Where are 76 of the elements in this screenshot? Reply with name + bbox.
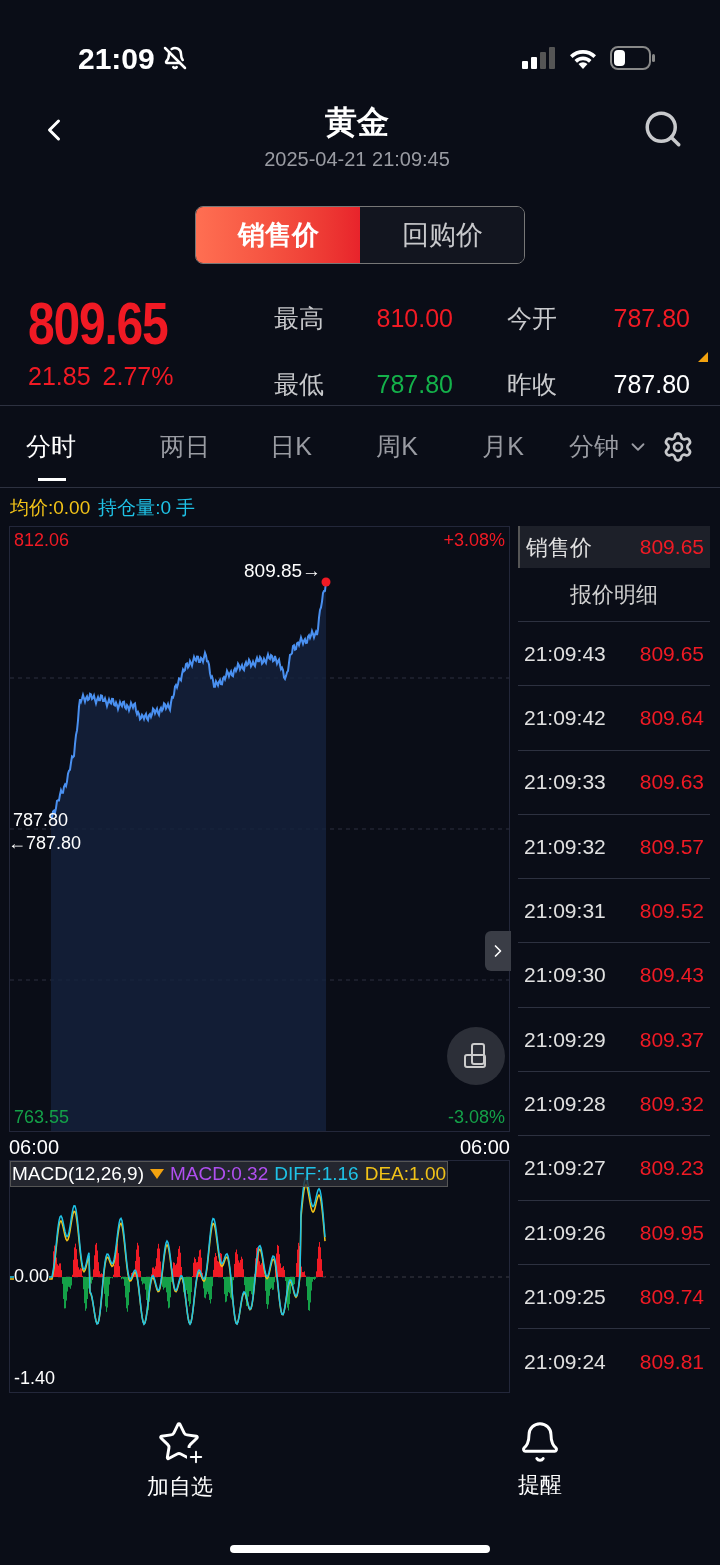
axis-label: 812.06 xyxy=(14,529,70,552)
panel-label: 销售价 xyxy=(526,533,592,562)
quote-price: 809.23 xyxy=(639,1155,704,1182)
quote-price: 809.63 xyxy=(639,769,704,796)
quote-price: 809.81 xyxy=(639,1348,704,1375)
quote-price: 809.52 xyxy=(639,898,704,925)
nav-button[interactable]: 提醒 xyxy=(480,1419,600,1503)
macd-title: MACD(12,26,9) xyxy=(12,1162,144,1186)
quote-price: 809.57 xyxy=(639,833,704,860)
time-label: 06:00 xyxy=(459,1135,510,1160)
quote-price: 809.64 xyxy=(639,705,704,732)
quote-time: 21:09:25 xyxy=(524,1283,606,1310)
last-price-label: 809.85→ xyxy=(244,559,322,583)
stat-label: 最高 xyxy=(274,303,324,334)
period-tab[interactable]: 日K xyxy=(238,406,344,487)
wifi-icon xyxy=(568,47,598,69)
quote-price: 809.32 xyxy=(639,1090,704,1117)
period-tab[interactable]: 分钟 xyxy=(556,406,662,487)
timestamp: 2025-04-21 21:09:45 xyxy=(264,147,450,172)
axis-label: 763.55 xyxy=(14,1106,70,1129)
quote-time: 21:09:26 xyxy=(524,1219,606,1246)
period-tab[interactable]: 两日 xyxy=(132,406,238,487)
period-tab[interactable]: 周K xyxy=(344,406,450,487)
quote-price: 809.43 xyxy=(639,962,704,989)
quote-time: 21:09:30 xyxy=(524,962,606,989)
axis-label: 787.80 xyxy=(13,809,69,832)
stat-value: 787.80 xyxy=(613,368,690,400)
open-interest: 持仓量:0 手 xyxy=(98,496,196,520)
stat-value: 787.80 xyxy=(613,303,690,334)
stat-value: 787.80 xyxy=(376,368,453,400)
muted-bell-icon xyxy=(162,46,187,70)
quote-time: 21:09:32 xyxy=(524,833,606,860)
diff-value: DIFF:1.16 xyxy=(274,1162,359,1186)
status-time: 21:09 xyxy=(78,40,155,77)
quote-time: 21:09:27 xyxy=(524,1155,606,1182)
signal-icon xyxy=(522,47,556,69)
current-price: 809.65 xyxy=(28,290,168,358)
quote-price: 809.65 xyxy=(639,640,704,667)
time-label: 06:00 xyxy=(9,1135,60,1160)
quote-time: 21:09:28 xyxy=(524,1090,606,1117)
quote-time: 21:09:31 xyxy=(524,898,606,925)
settings-icon[interactable] xyxy=(662,430,694,463)
quote-time: 21:09:33 xyxy=(524,769,606,796)
stat-label: 昨收 xyxy=(507,368,557,400)
panel-price: 809.65 xyxy=(639,534,704,561)
tab-underline xyxy=(38,478,66,481)
axis-label: -1.40 xyxy=(14,1367,56,1390)
axis-label: +3.08% xyxy=(443,529,505,552)
price-tab[interactable]: 回购价 xyxy=(360,207,524,263)
quote-time: 21:09:29 xyxy=(524,1026,606,1053)
base-price-label: ←787.80 xyxy=(8,832,82,855)
star-add-icon xyxy=(157,1419,203,1466)
macd-value: MACD:0.32 xyxy=(170,1162,269,1186)
quote-time: 21:09:43 xyxy=(524,640,606,667)
stat-label: 今开 xyxy=(507,303,557,334)
nav-button[interactable]: 加自选 xyxy=(120,1419,240,1503)
change-percent: 2.77% xyxy=(102,361,174,392)
price-change: 21.85 xyxy=(28,361,91,392)
quote-price: 809.95 xyxy=(639,1219,704,1246)
battery-icon xyxy=(610,46,656,70)
axis-label: -3.08% xyxy=(447,1106,505,1129)
panel-title: 报价明细 xyxy=(518,568,710,622)
dea-value: DEA:1.00 xyxy=(364,1162,446,1186)
corner-marker-icon xyxy=(698,352,708,362)
caret-icon xyxy=(150,1169,164,1179)
page-title: 黄金 xyxy=(325,103,389,142)
quote-price: 809.37 xyxy=(639,1026,704,1053)
quote-time: 21:09:24 xyxy=(524,1348,606,1375)
period-tab[interactable]: 分时 xyxy=(26,406,132,487)
period-tab[interactable]: 月K xyxy=(450,406,556,487)
stat-value: 810.00 xyxy=(376,303,453,334)
quote-time: 21:09:42 xyxy=(524,705,606,732)
quote-price: 809.74 xyxy=(639,1283,704,1310)
expand-button[interactable] xyxy=(485,931,511,971)
stat-label: 最低 xyxy=(274,368,324,400)
average-price: 均价:0.00 xyxy=(10,496,91,520)
